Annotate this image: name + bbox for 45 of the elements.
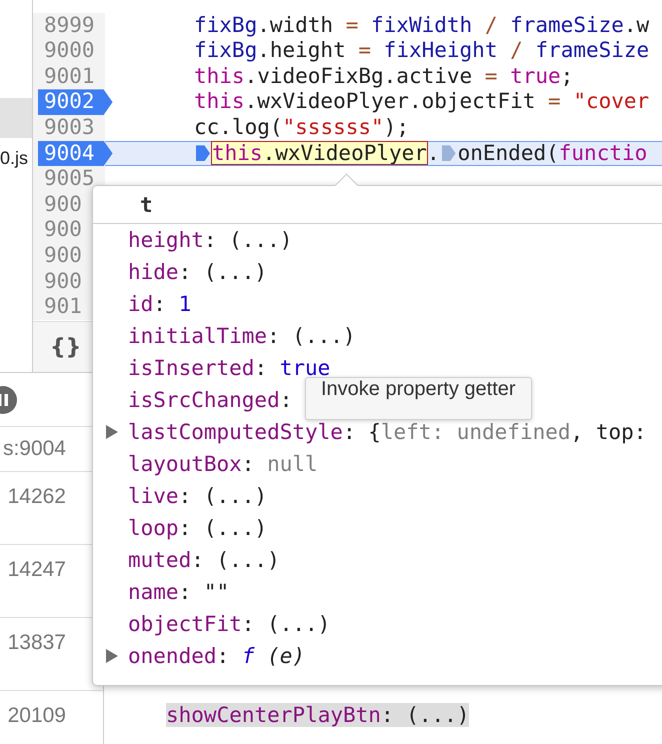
call-frame-line[interactable]: 20109	[8, 704, 66, 727]
tooltip: Invoke property getter	[305, 377, 532, 420]
pretty-print-button[interactable]: {}	[47, 334, 84, 360]
line-number: 9005	[44, 166, 95, 192]
line-number: 901	[44, 294, 82, 320]
object-property[interactable]: live: (...)	[128, 480, 268, 512]
object-property[interactable]: name: ""	[128, 576, 230, 608]
line-number: 900	[44, 242, 82, 269]
code-line: this.wxVideoPlyer.objectFit = "cover	[194, 89, 650, 115]
expand-triangle-icon[interactable]	[106, 649, 118, 663]
inline-breakpoint-icon[interactable]	[196, 145, 210, 162]
object-property[interactable]: muted: (...)	[128, 544, 280, 576]
object-property[interactable]: objectFit: (...)	[128, 608, 330, 640]
line-number: 900	[44, 268, 82, 294]
code-text: .	[426, 140, 440, 166]
call-frame-line[interactable]: 14247	[8, 558, 66, 581]
line-number: 9003	[44, 114, 95, 141]
code-line: this.videoFixBg.active = true;	[194, 64, 574, 90]
code-text: onEnded(functio	[458, 140, 648, 166]
object-property[interactable]: id: 1	[128, 288, 192, 320]
expand-triangle-icon[interactable]	[106, 425, 118, 439]
line-number: 900	[44, 192, 82, 218]
call-frame-line[interactable]: 13837	[8, 631, 66, 654]
object-property[interactable]: initialTime: (...)	[128, 320, 356, 352]
code-line: fixBg.height = fixHeight / frameSize	[194, 38, 650, 64]
breakpoint-marker[interactable]: 9002	[38, 89, 113, 115]
line-number: 9001	[44, 64, 95, 90]
call-frame-line[interactable]: 14262	[8, 485, 66, 508]
breakpoint-marker[interactable]: 9004	[38, 140, 113, 166]
code-line: fixBg.width = fixWidth / frameSize.w	[194, 12, 650, 38]
object-name: t	[140, 192, 153, 216]
object-property[interactable]: loop: (...)	[128, 512, 268, 544]
object-property[interactable]: isSrcChanged:	[128, 384, 292, 416]
object-property[interactable]: onended: f (e)	[128, 640, 306, 672]
hovered-expression: this.wxVideoPlyer	[212, 142, 427, 164]
code-line: cc.log("ssssss");	[194, 114, 409, 141]
call-frame-location[interactable]: s:9004	[2, 437, 66, 460]
line-number: 9000	[44, 38, 95, 64]
object-property[interactable]: hide: (...)	[128, 256, 268, 288]
object-property[interactable]: height: (...)	[128, 224, 292, 256]
line-number: 900	[44, 217, 82, 243]
file-item[interactable]: 0.js	[0, 140, 28, 176]
scope-property[interactable]: showCenterPlayBtn: (...)	[166, 703, 470, 727]
line-number: 8999	[44, 12, 95, 38]
object-property[interactable]: layoutBox: null	[128, 448, 318, 480]
